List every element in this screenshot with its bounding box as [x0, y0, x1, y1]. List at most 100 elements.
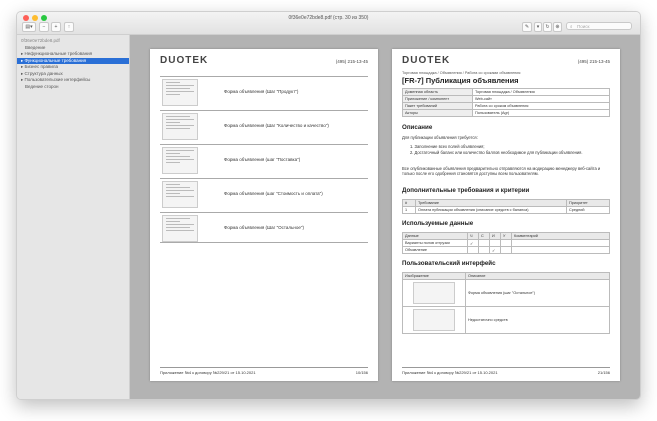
rotate-button[interactable]: ↻ [543, 22, 552, 32]
table-cell [478, 246, 490, 254]
screenshot-thumbnail [413, 309, 455, 331]
column-header: Ч [467, 232, 479, 240]
section-heading-ui: Пользовательский интерфейс [402, 260, 496, 267]
thumbnail-caption: Форма объявления (Шаг "Количество и каче… [224, 123, 329, 128]
table-cell: Web-сайт [472, 95, 610, 103]
page-number: 21/156 [597, 370, 610, 375]
column-header: Требование [415, 199, 567, 207]
annotate-button[interactable]: ⊕ [553, 22, 562, 32]
column-header: И [489, 232, 501, 240]
footer-text: Приложение №4 к договору №229/21 от 15.1… [160, 370, 256, 375]
phone-number: (495) 215-13-45 [335, 59, 368, 64]
table-cell: Оплата публикации объявления (списание с… [415, 206, 567, 214]
table-row: Пакет требований Работа со сроком объявле… [402, 102, 610, 110]
page-number: 10/156 [355, 370, 368, 375]
pdf-page-right: DUOTEK (495) 215-13-45 Торговая площадка… [392, 49, 620, 381]
column-header: Данные [402, 232, 468, 240]
table-row: Доменная область Торговая площадка / Объя… [402, 88, 610, 96]
table-row: Объявление ✓ [402, 246, 610, 254]
table-cell: Торговая площадка / Объявления [472, 88, 610, 96]
sidebar-toggle-button[interactable]: ▤▾ [22, 22, 36, 32]
document-view[interactable]: DUOTEK (495) 215-13-45 Форма объявления … [130, 35, 640, 399]
table-row: Форма объявления (шаг "Остальное") [402, 279, 610, 307]
table-cell: ✓ [489, 246, 501, 254]
column-header: Приоритет [566, 199, 610, 207]
table-row: Данные Ч С И У Комментарий [402, 232, 610, 240]
table-cell [467, 246, 479, 254]
screenshot-thumbnail [162, 147, 198, 174]
table-cell [478, 239, 490, 247]
company-logo: DUOTEK [160, 55, 209, 66]
column-header: У [500, 232, 512, 240]
section-heading-requirements: Дополнительные требования и критерии [402, 187, 530, 194]
share-button[interactable]: ↑ [64, 22, 74, 32]
table-cell [489, 239, 501, 247]
table-row: 1 Оплата публикации объявления (списание … [402, 206, 610, 214]
zoom-in-button[interactable]: + [51, 22, 61, 32]
markup-button[interactable]: ✎ [522, 22, 532, 32]
pdf-page-left: DUOTEK (495) 215-13-45 Форма объявления … [150, 49, 378, 381]
list-item: Форма объявления (шаг "Поставка") [160, 144, 368, 174]
table-cell [511, 246, 610, 254]
table-row: Варианты полов отгрузки ✓ [402, 239, 610, 247]
list-item: Форма объявления (Шаг "Остальное") [160, 212, 368, 243]
page-footer: Приложение №4 к договору №229/21 от 15.1… [160, 367, 368, 375]
table-cell: 1 [402, 206, 416, 214]
section-heading-data: Используемые данные [402, 220, 474, 227]
screenshot-thumbnail [162, 181, 198, 208]
table-row: # Требование Приоритет [402, 199, 610, 207]
meta-table: Доменная область Торговая площадка / Объя… [402, 88, 610, 117]
breadcrumb: Торговая площадка / Объявления / Работа … [402, 71, 521, 75]
screenshot-thumbnail [162, 215, 198, 242]
table-cell [500, 239, 512, 247]
table-row: Изображение Описание [402, 272, 610, 280]
table-cell: Пакет требований [402, 102, 473, 110]
markup-menu-button[interactable]: ▾ [534, 22, 542, 32]
column-header: Описание [465, 272, 610, 280]
table-cell: Недостаточно средств [465, 306, 610, 334]
phone-number: (495) 215-13-45 [577, 59, 610, 64]
table-cell: Работа со сроком объявления [472, 102, 610, 110]
thumbnail-caption: Форма объявления (Шаг "Продукт") [224, 89, 299, 94]
column-header: Изображение [402, 272, 466, 280]
company-logo: DUOTEK [402, 55, 451, 66]
table-cell [500, 246, 512, 254]
table-row: Недостаточно средств [402, 306, 610, 334]
description-intro: Для публикации объявления требуется: [402, 135, 478, 140]
list-item: Форма объявления (Шаг "Продукт") [160, 76, 368, 106]
table-row: Акторы Пользователь (Agr) [402, 109, 610, 117]
footer-text: Приложение №4 к договору №229/21 от 15.1… [402, 370, 498, 375]
section-heading-description: Описание [402, 124, 433, 131]
search-icon: ⌕ [570, 24, 573, 29]
preview-window: 0f36e0e72bde8.pdf (стр. 30 из 350) ▤▾ − … [16, 11, 641, 400]
list-item: 1. Заполнение всех полей объявления; [410, 144, 485, 149]
table-cell: Объявление [402, 246, 468, 254]
list-item: 2. Достаточный баланс или количество бал… [410, 150, 583, 155]
screenshot-thumbnail [413, 282, 455, 304]
search-input[interactable]: ⌕ Поиск [566, 22, 632, 30]
thumbnail-caption: Форма объявления (Шаг "Остальное") [224, 225, 304, 230]
zoom-out-button[interactable]: − [39, 22, 49, 32]
table-cell: Доменная область [402, 88, 473, 96]
table-cell: ✓ [467, 239, 479, 247]
page-footer: Приложение №4 к договору №229/21 от 15.1… [402, 367, 610, 375]
description-text: Все опубликованные объявления предварите… [402, 166, 601, 176]
column-header: Комментарий [511, 232, 610, 240]
title-bar: 0f36e0e72bde8.pdf (стр. 30 из 350) ▤▾ − … [17, 12, 640, 35]
table-row: Приложение / компонент Web-сайт [402, 95, 610, 103]
column-header: С [478, 232, 490, 240]
thumbnail-caption: Форма объявления (шаг "Стоимость и оплат… [224, 191, 323, 196]
ui-table: Изображение Описание Форма объявления (ша… [402, 272, 610, 334]
table-cell: Варианты полов отгрузки [402, 239, 468, 247]
table-cell [511, 239, 610, 247]
sidebar-item-parties[interactable]: Ведение сторон [17, 84, 129, 91]
page-title: [FR-7] Публикация объявления [402, 76, 519, 85]
column-header: # [402, 199, 416, 207]
sidebar: 0f36e0e72bde8.pdf Введение ▸ Нефункциона… [17, 35, 130, 399]
list-item: Форма объявления (Шаг "Количество и каче… [160, 110, 368, 140]
thumbnail-caption: Форма объявления (шаг "Поставка") [224, 157, 301, 162]
table-cell [402, 306, 466, 334]
table-cell: Акторы [402, 109, 473, 117]
table-cell: Приложение / компонент [402, 95, 473, 103]
screenshot-thumbnail [162, 113, 198, 140]
